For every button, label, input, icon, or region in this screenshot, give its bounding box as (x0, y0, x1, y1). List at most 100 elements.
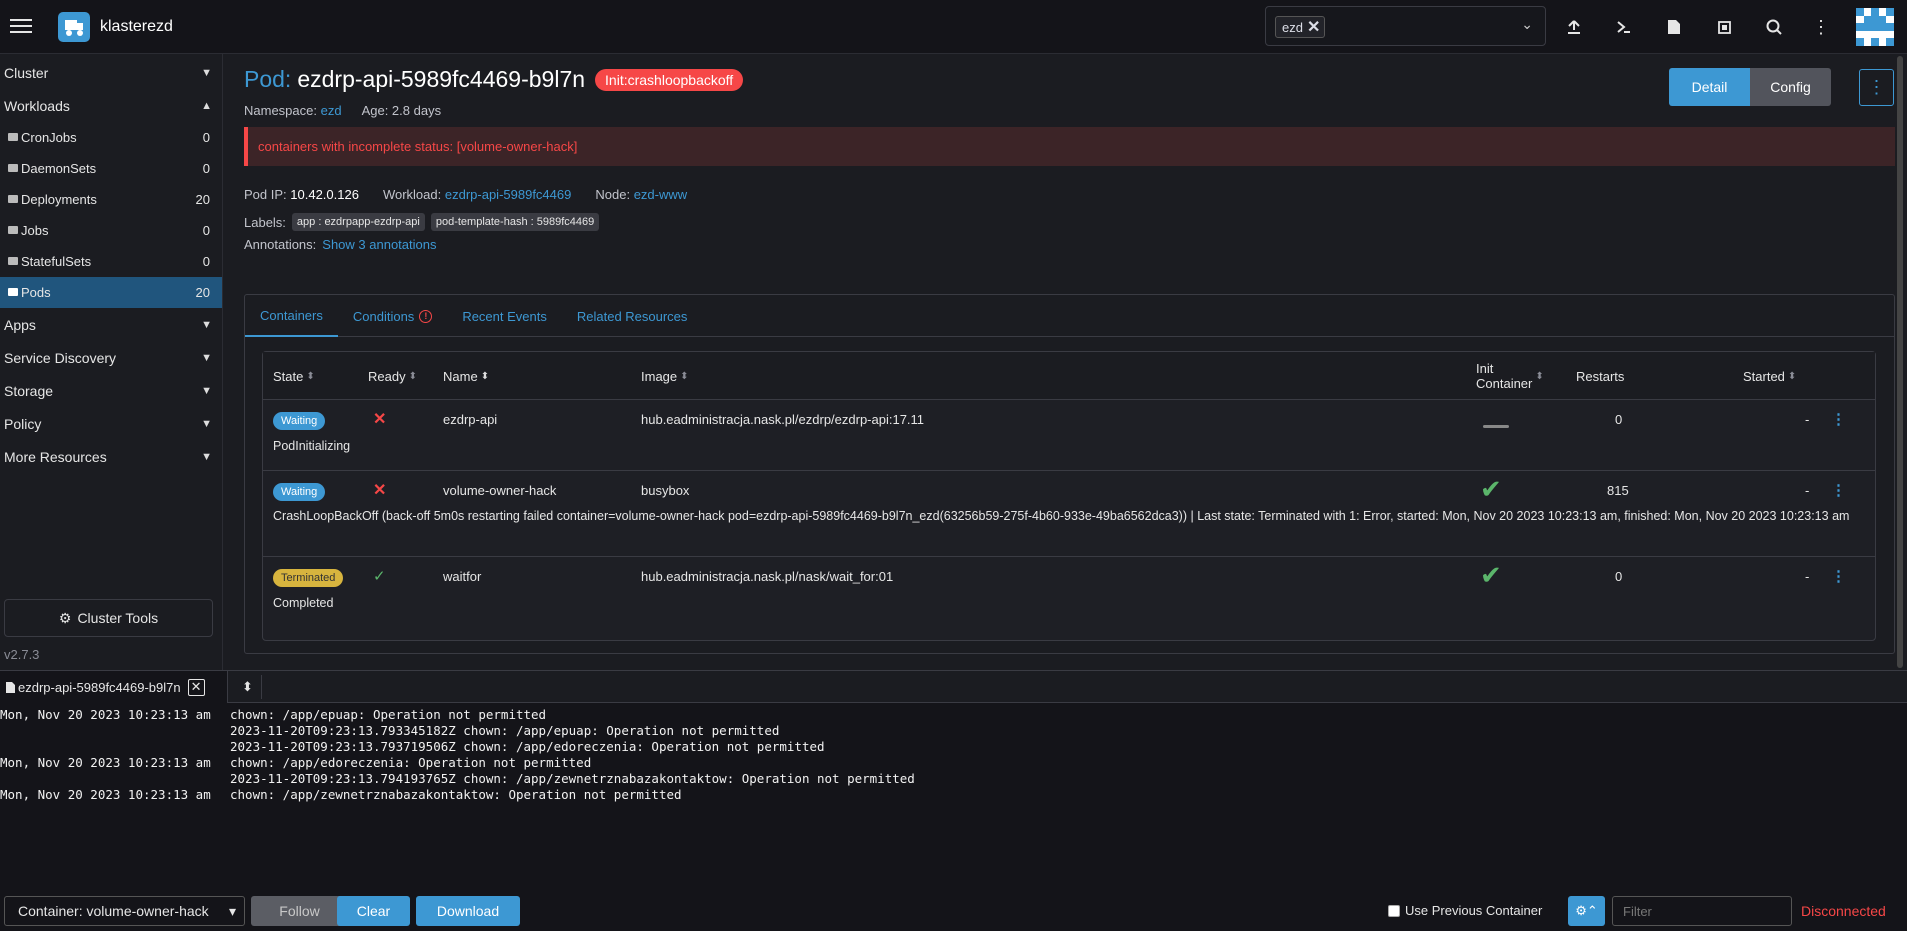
log-text: chown: /app/edoreczenia: Operation not p… (230, 755, 592, 770)
sidebar-item-label: DaemonSets (21, 161, 97, 176)
chevron-down-icon[interactable]: ⌄ (1521, 16, 1533, 33)
log-filter-input[interactable] (1612, 896, 1792, 926)
cluster-tools-button[interactable]: ⚙ Cluster Tools (4, 599, 213, 637)
sidebar-group-cluster[interactable]: Cluster ▼ (0, 56, 222, 89)
row-actions-icon[interactable]: ⋮ (1831, 411, 1846, 428)
col-init-container[interactable]: Init Container ⬍ (1476, 352, 1544, 400)
namespace-chip-label: ezd (1282, 19, 1303, 35)
node-link[interactable]: ezd-www (634, 187, 687, 202)
age-text: Age: 2.8 days (361, 103, 442, 118)
use-previous-container[interactable]: Use Previous Container (1388, 903, 1542, 918)
log-timestamp: Mon, Nov 20 2023 10:23:13 am (0, 755, 211, 770)
container-select[interactable]: Container: volume-owner-hack ▾ (4, 896, 245, 926)
checkmark-icon: ✔ (1480, 560, 1502, 590)
use-previous-checkbox[interactable] (1388, 904, 1400, 917)
col-started[interactable]: Started ⬍ (1743, 352, 1796, 400)
version-label: v2.7.3 (4, 647, 40, 662)
resource-meta: Namespace: ezd Age: 2.8 days (244, 103, 441, 118)
sort-icon: ⬍ (1535, 370, 1544, 382)
file-icon[interactable] (1661, 14, 1687, 40)
gear-icon: ⚙︎⌃ (1575, 903, 1598, 918)
container-image: hub.eadministracja.nask.pl/nask/wait_for… (641, 569, 894, 584)
workload-link[interactable]: ezdrp-api-5989fc4469 (445, 187, 571, 202)
sidebar-item-jobs[interactable]: Jobs 0 (0, 215, 222, 246)
terminal-icon[interactable] (1611, 14, 1637, 40)
download-button[interactable]: Download (416, 896, 520, 926)
follow-button[interactable]: Follow (251, 896, 348, 926)
log-timestamp: Mon, Nov 20 2023 10:23:13 am (0, 707, 211, 722)
search-icon[interactable] (1761, 14, 1787, 40)
log-settings-button[interactable]: ⚙︎⌃ (1568, 896, 1605, 926)
more-vert-icon[interactable]: ⋮ (1808, 14, 1834, 40)
container-name: volume-owner-hack (443, 483, 557, 498)
show-annotations-link[interactable]: Show 3 annotations (322, 237, 436, 252)
label-tag: app : ezdrpapp-ezdrp-api (291, 213, 425, 231)
sidebar-item-statefulsets[interactable]: StatefulSets 0 (0, 246, 222, 277)
log-timestamp (0, 723, 230, 739)
log-line: 2023-11-20T09:23:13.793719506Z chown: /a… (0, 739, 1907, 755)
sidebar-group-label: Storage (4, 382, 54, 399)
table-row: Terminated ✓ waitfor hub.eadministracja.… (263, 557, 1875, 628)
log-tab[interactable]: ezdrp-api-5989fc4469-b9l7n ✕ (0, 671, 228, 703)
sidebar-item-deployments[interactable]: Deployments 20 (0, 184, 222, 215)
cluster-logo-icon[interactable] (58, 12, 90, 42)
sidebar-item-cronjobs[interactable]: CronJobs 0 (0, 122, 222, 153)
log-timestamp (0, 739, 230, 755)
main-scrollbar[interactable] (1895, 54, 1905, 670)
sort-icon: ⬍ (1787, 370, 1797, 382)
tab-conditions[interactable]: Conditions! (338, 295, 447, 337)
more-actions-button[interactable]: ⋮ (1859, 69, 1894, 106)
sidebar-group-service-discovery[interactable]: Service Discovery ▼ (0, 341, 222, 374)
col-header-label: Started (1743, 368, 1785, 384)
sidebar-group-more-resources[interactable]: More Resources ▼ (0, 440, 222, 473)
col-name[interactable]: Name ⬍ (443, 352, 489, 400)
sort-icon: ⬍ (306, 370, 315, 382)
config-button[interactable]: Config (1750, 68, 1831, 106)
col-image[interactable]: Image ⬍ (641, 352, 689, 400)
col-restarts[interactable]: Restarts (1576, 352, 1624, 400)
sidebar-item-label: Deployments (21, 192, 97, 207)
sidebar-item-count: 20 (195, 285, 210, 300)
row-actions-icon[interactable]: ⋮ (1831, 568, 1846, 585)
log-text: chown: /app/zewnetrznabazakontaktow: Ope… (230, 787, 682, 802)
tab-related-resources[interactable]: Related Resources (562, 295, 703, 337)
namespace-link[interactable]: ezd (321, 103, 342, 118)
chevron-down-icon: ▼ (201, 66, 212, 79)
row-actions-icon[interactable]: ⋮ (1831, 482, 1846, 499)
not-ready-icon: ✕ (373, 411, 387, 428)
sidebar-item-label: Jobs (21, 223, 49, 238)
namespace-filter[interactable]: ezd ✕ ⌄ (1265, 6, 1546, 46)
container-name: ezdrp-api (443, 412, 498, 427)
tab-recent-events[interactable]: Recent Events (447, 295, 562, 337)
sidebar-group-storage[interactable]: Storage ▼ (0, 374, 222, 407)
namespace-chip[interactable]: ezd ✕ (1275, 16, 1326, 38)
sidebar-group-policy[interactable]: Policy ▼ (0, 407, 222, 440)
expand-collapse-icon[interactable]: ⬍ (234, 675, 262, 699)
sidebar-group-workloads[interactable]: Workloads ▲ (0, 89, 222, 122)
scrollbar-thumb[interactable] (1897, 56, 1903, 668)
col-header-label: Container (1476, 376, 1533, 391)
col-ready[interactable]: Ready ⬍ (368, 352, 417, 400)
not-init-container-icon (1483, 425, 1509, 428)
sidebar-item-daemonsets[interactable]: DaemonSets 0 (0, 153, 222, 184)
copy-config-icon[interactable] (1711, 14, 1737, 40)
resource-kind: Pod: (244, 66, 292, 92)
tab-containers[interactable]: Containers (245, 295, 338, 337)
upload-icon[interactable] (1561, 14, 1587, 40)
connection-status: Disconnected (1801, 903, 1886, 919)
gear-icon: ⚙ (58, 609, 72, 626)
avatar[interactable] (1856, 8, 1894, 46)
sidebar-item-pods[interactable]: Pods 20 (0, 277, 222, 308)
menu-icon[interactable] (10, 15, 32, 37)
sidebar-item-label: Pods (21, 285, 51, 300)
detail-button[interactable]: Detail (1669, 68, 1750, 106)
sidebar-group-apps[interactable]: Apps ▼ (0, 308, 222, 341)
container-message: CrashLoopBackOff (back-off 5m0s restarti… (273, 509, 1850, 523)
workload-label: Workload: (382, 187, 442, 202)
close-icon[interactable]: ✕ (187, 678, 205, 696)
sidebar-group-label: Workloads (4, 97, 70, 114)
clear-button[interactable]: Clear (337, 896, 410, 926)
col-state[interactable]: State ⬍ (273, 352, 315, 400)
close-icon[interactable]: ✕ (1307, 17, 1320, 37)
namespace-label: Namespace: (244, 103, 317, 118)
